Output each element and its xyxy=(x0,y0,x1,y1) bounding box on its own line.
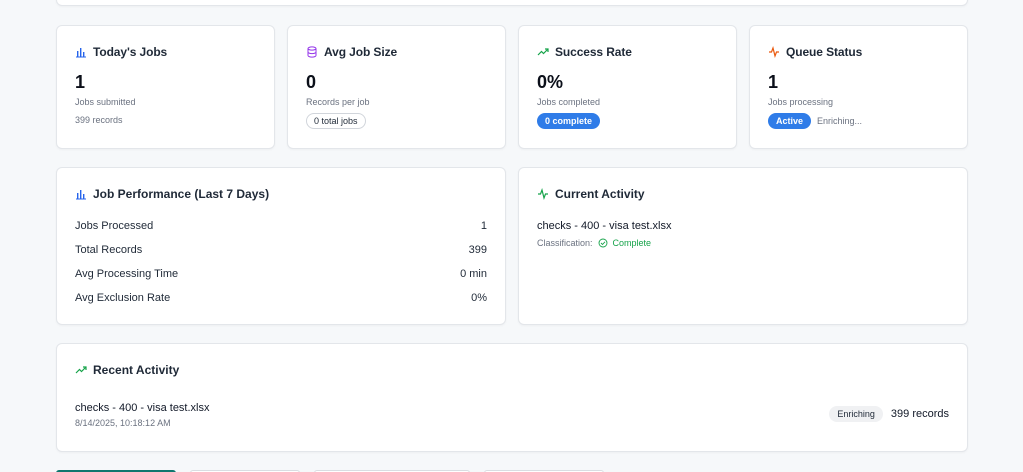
bar-chart-icon xyxy=(76,48,86,58)
metric-label: Avg Processing Time xyxy=(75,268,179,280)
stat-title: Success Rate xyxy=(555,45,632,59)
stat-value: 1 xyxy=(75,72,86,92)
classification-row: Classification: Complete xyxy=(537,238,651,248)
stat-card-avg-job-size: Avg Job Size 0 Records per job 0 total j… xyxy=(287,25,506,149)
stat-value: 0% xyxy=(537,72,564,92)
stat-badge-row: Active Enriching... xyxy=(768,113,862,129)
stat-card-header: Today's Jobs xyxy=(75,45,167,59)
metric-label: Total Records xyxy=(75,244,143,256)
classification-label: Classification: xyxy=(537,238,593,248)
classification-status: Complete xyxy=(612,238,652,248)
check-circle-icon xyxy=(598,238,607,248)
stat-title: Queue Status xyxy=(786,45,863,59)
metric-value: 0 min xyxy=(460,268,487,280)
stat-value: 0 xyxy=(306,72,317,92)
record-count: 399 records xyxy=(890,408,949,420)
stat-title: Today's Jobs xyxy=(93,45,168,59)
stat-card-header: Queue Status xyxy=(768,45,862,59)
metric-row: Jobs Processed 1 xyxy=(75,220,487,232)
stat-title: Avg Job Size xyxy=(324,45,398,59)
stat-card-header: Success Rate xyxy=(537,45,632,59)
stat-subtitle: Jobs processing xyxy=(768,97,834,107)
stat-subtitle: Records per job xyxy=(306,97,370,107)
recent-activity-card: Recent Activity checks - 400 - visa test… xyxy=(56,343,968,452)
metric-value: 0% xyxy=(471,292,487,304)
card-header: Job Performance (Last 7 Days) xyxy=(75,187,269,201)
complete-badge: 0 complete xyxy=(537,113,601,129)
card-title: Current Activity xyxy=(555,187,645,201)
stat-card-success-rate: Success Rate 0% Jobs completed 0 complet… xyxy=(518,25,737,149)
card-title: Job Performance (Last 7 Days) xyxy=(93,187,270,201)
job-performance-card: Job Performance (Last 7 Days) Jobs Proce… xyxy=(56,167,506,325)
activity-icon xyxy=(538,188,548,200)
stat-subtitle: Jobs submitted xyxy=(75,97,136,107)
stat-value: 1 xyxy=(768,72,779,92)
metric-value: 399 xyxy=(468,244,487,256)
recent-file-name[interactable]: checks - 400 - visa test.xlsx xyxy=(75,402,210,414)
top-card-edge xyxy=(56,0,968,6)
total-jobs-badge: 0 total jobs xyxy=(306,113,366,129)
recent-timestamp: 8/14/2025, 10:18:12 AM xyxy=(75,418,171,428)
stat-card-queue-status: Queue Status 1 Jobs processing Active En… xyxy=(749,25,968,149)
active-badge: Active xyxy=(768,113,812,129)
metric-row: Total Records 399 xyxy=(75,244,487,256)
stat-card-todays-jobs: Today's Jobs 1 Jobs submitted 399 record… xyxy=(56,25,275,149)
current-activity-card: Current Activity checks - 400 - visa tes… xyxy=(518,167,968,325)
metric-row: Avg Processing Time 0 min xyxy=(75,268,487,280)
bar-chart-icon xyxy=(76,190,86,200)
stat-extra: 399 records xyxy=(75,115,123,125)
trending-up-icon xyxy=(537,48,549,56)
card-header: Current Activity xyxy=(537,187,645,201)
activity-icon xyxy=(769,46,779,58)
stat-badge-row: 0 total jobs xyxy=(306,113,366,129)
queue-status-text: Enriching... xyxy=(817,116,863,126)
recent-status-group: Enriching 399 records xyxy=(829,406,949,422)
trending-up-icon xyxy=(75,366,87,374)
metric-label: Avg Exclusion Rate xyxy=(75,292,171,304)
stat-badge-row: 0 complete xyxy=(537,113,601,129)
stat-subtitle: Jobs completed xyxy=(537,97,601,107)
metric-label: Jobs Processed xyxy=(75,220,154,232)
database-icon xyxy=(307,46,317,58)
enriching-badge: Enriching xyxy=(829,406,883,422)
card-title: Recent Activity xyxy=(93,363,180,377)
current-file-name: checks - 400 - visa test.xlsx xyxy=(537,220,672,232)
metric-value: 1 xyxy=(480,220,487,232)
metric-row: Avg Exclusion Rate 0% xyxy=(75,292,487,304)
stat-card-header: Avg Job Size xyxy=(306,45,397,59)
card-header: Recent Activity xyxy=(75,363,179,377)
